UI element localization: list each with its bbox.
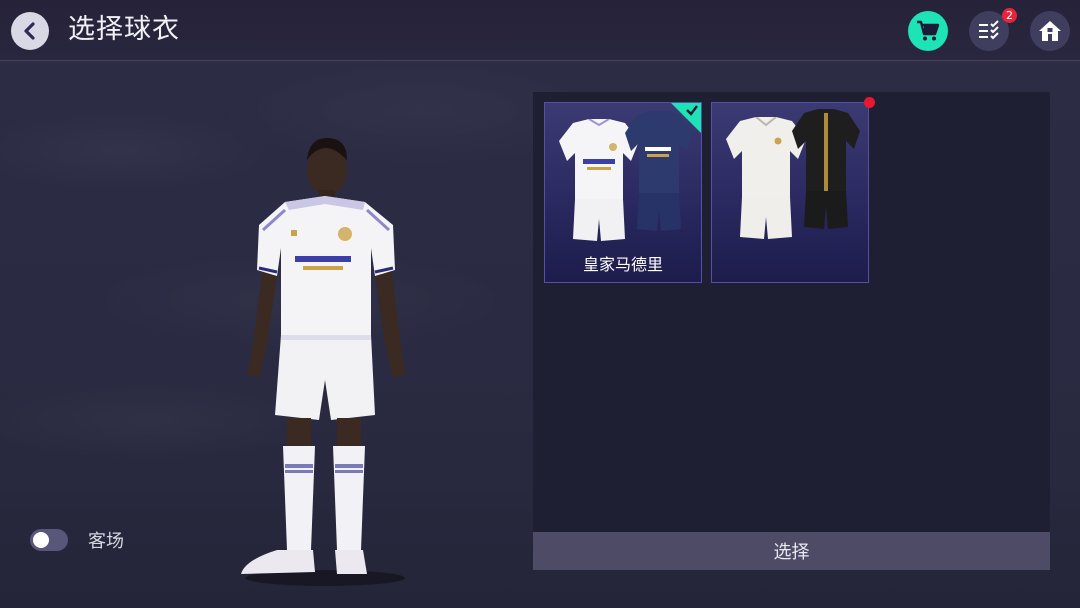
kit-card-alternate[interactable] [711, 102, 869, 283]
tasks-badge: 2 [1002, 8, 1017, 23]
task-list-icon [979, 20, 999, 40]
kit-card-real-madrid[interactable]: 皇家马德里 [544, 102, 702, 283]
away-toggle-row: 客场 [30, 527, 124, 553]
away-toggle-label: 客场 [88, 531, 124, 552]
home-button[interactable] [1030, 11, 1070, 51]
kit-list-panel: 皇家马德里 [533, 92, 1050, 532]
kit-name: 皇家马德里 [582, 255, 663, 274]
check-icon [686, 105, 698, 116]
chevron-left-icon [24, 22, 35, 40]
away-toggle[interactable] [30, 529, 68, 551]
player-model [241, 138, 405, 586]
black-kit-image [792, 109, 860, 229]
store-button[interactable] [908, 11, 948, 51]
top-bar: 选择球衣 2 [0, 0, 1080, 61]
back-button[interactable] [11, 12, 49, 50]
page-title: 选择球衣 [68, 14, 180, 45]
home-icon [1039, 21, 1061, 41]
new-item-dot [864, 97, 875, 108]
select-button[interactable]: 选择 [533, 532, 1050, 570]
cart-icon [917, 20, 940, 41]
toggle-knob [33, 532, 49, 548]
